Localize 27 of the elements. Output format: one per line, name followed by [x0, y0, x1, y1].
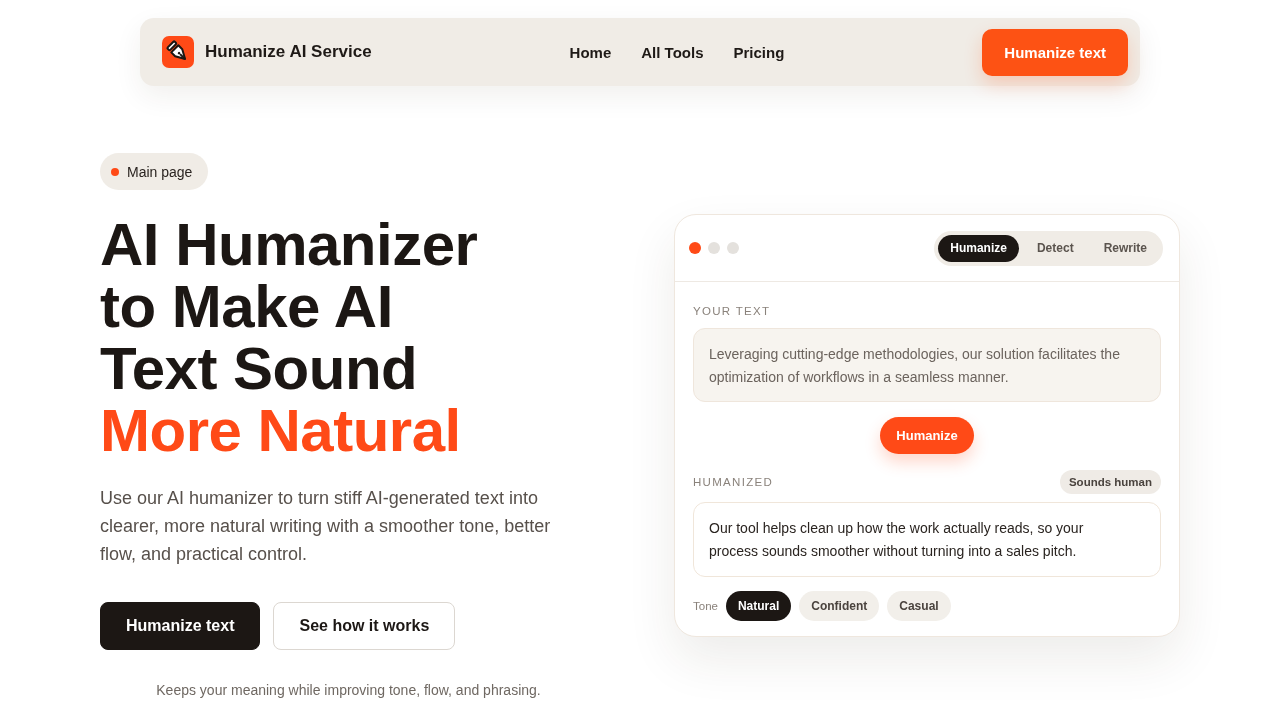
- output-label: HUMANIZED: [693, 475, 774, 489]
- status-badge: Sounds human: [1059, 470, 1161, 494]
- tone-chip[interactable]: Casual: [887, 591, 951, 621]
- hero-title-line: to Make AI: [100, 276, 393, 338]
- nav-link[interactable]: All Tools: [641, 43, 704, 61]
- dot-icon: [111, 167, 119, 176]
- hero-title-line: More Natural: [100, 400, 461, 462]
- mode-tab[interactable]: Detect: [1024, 234, 1086, 262]
- nav-link[interactable]: Home: [569, 43, 612, 61]
- hero-title-line: Text Sound: [100, 338, 418, 400]
- pen-nib-logo-icon[interactable]: [162, 36, 194, 68]
- output-text-box: Our tool helps clean up how the work actually reads, so your process sounds smoother without turning into a sales pitch.: [693, 502, 1161, 577]
- tone-chip[interactable]: Natural: [725, 591, 792, 621]
- text-input-field[interactable]: Leveraging cutting-edge methodologies, our solution facilitates the optimization of workflows in a seamless manner.: [693, 328, 1161, 402]
- tone-label: Tone: [693, 600, 718, 612]
- tone-chip[interactable]: Confident: [799, 591, 880, 621]
- input-label: YOUR TEXT: [693, 304, 772, 318]
- brand-name[interactable]: Humanize AI Service: [205, 42, 372, 62]
- hero-title-line: AI Humanizer: [100, 214, 478, 276]
- hero-note: Keeps your meaning while improving tone, flow, and phrasing.: [155, 682, 542, 698]
- badge-label: Main page: [127, 163, 193, 180]
- secondary-button[interactable]: See how it works: [273, 602, 456, 650]
- mode-tab[interactable]: Rewrite: [1091, 234, 1159, 262]
- mode-tab[interactable]: Humanize: [938, 234, 1019, 262]
- nav-link[interactable]: Pricing: [733, 43, 785, 61]
- hero-description: Use our AI humanizer to turn stiff AI-generated text into clearer, more natural writing with a smoother tone, better flow, and practical control.: [100, 487, 552, 566]
- primary-button[interactable]: Humanize text: [100, 602, 261, 650]
